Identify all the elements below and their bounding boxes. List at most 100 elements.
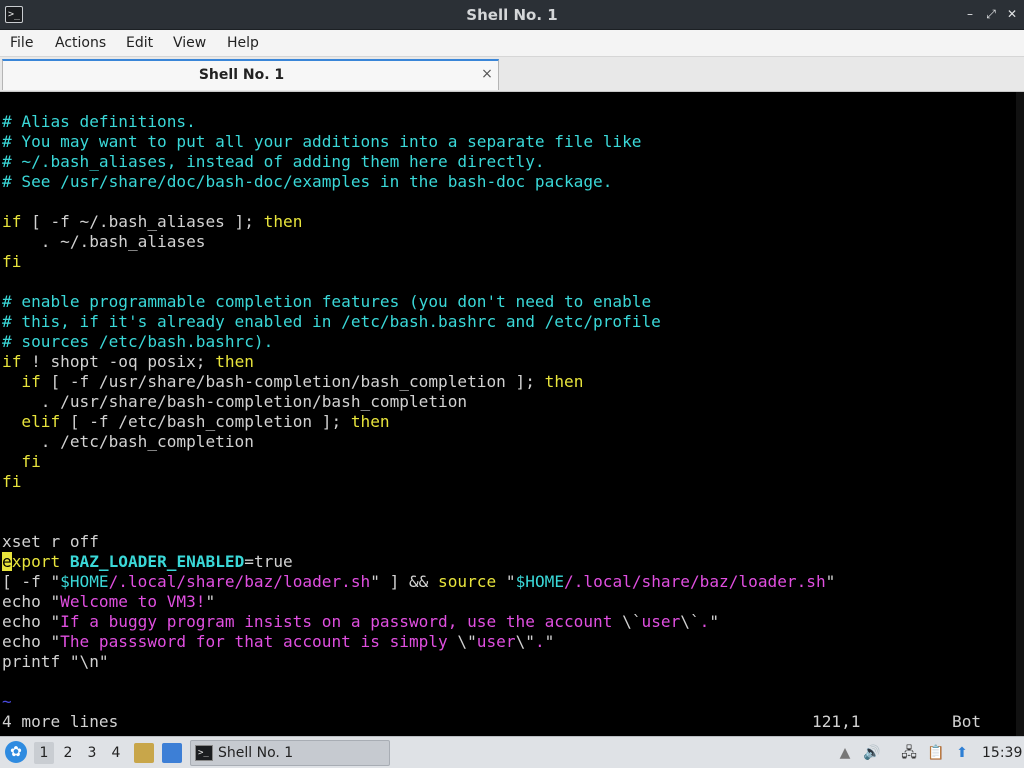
line-segment: fi <box>2 252 22 271</box>
terminal-line: . /etc/bash_completion <box>2 432 254 452</box>
menu-bar: File Actions Edit View Help <box>0 30 1024 57</box>
maximize-button[interactable]: ⤢ <box>983 6 999 22</box>
tab-bar: Shell No. 1 × <box>0 57 1024 92</box>
line-segment: if <box>21 372 41 391</box>
terminal-line: echo "Welcome to VM3!" <box>2 592 215 612</box>
terminal-line: # ~/.bash_aliases, instead of adding the… <box>2 152 545 172</box>
line-segment: printf "\n" <box>2 652 109 671</box>
clock[interactable]: 15:39 <box>982 737 1022 768</box>
line-segment: \` <box>680 612 700 631</box>
line-segment: then <box>544 372 584 391</box>
line-segment: user <box>641 612 681 631</box>
text-cursor: e <box>2 552 12 571</box>
terminal-line: [ -f " $HOME /.local/share/baz/loader.sh" … <box>2 572 835 592</box>
start-menu-icon[interactable]: ✿ <box>5 741 27 763</box>
terminal-line: if [ -f /usr/share/bash-completion/bash_… <box>2 372 583 392</box>
line-segment: # enable programmable completion feature… <box>2 292 652 311</box>
terminal-icon: >_ <box>195 745 213 761</box>
terminal-view[interactable]: # Alias definitions. # You may want to pu… <box>0 92 1024 736</box>
title-bar: >_ Shell No. 1 – ⤢ ✕ <box>0 0 1024 30</box>
menu-help[interactable]: Help <box>227 30 259 57</box>
line-segment: user <box>476 632 516 651</box>
file-manager-icon[interactable] <box>134 743 154 763</box>
terminal-line: fi <box>2 472 21 492</box>
line-segment: ! shopt -oq posix; <box>21 352 216 371</box>
line-segment: echo " <box>2 632 61 651</box>
line-segment: elif <box>21 412 61 431</box>
minimize-button[interactable]: – <box>962 6 978 22</box>
terminal-scrollbar[interactable] <box>1016 92 1024 736</box>
workspace-3[interactable]: 3 <box>82 742 102 764</box>
line-segment: echo " <box>2 592 61 611</box>
line-segment: if <box>2 212 22 231</box>
workspace-1[interactable]: 1 <box>34 742 54 764</box>
terminal-line: . ~/.bash_aliases <box>2 232 206 252</box>
line-segment: If a buggy program insists on a password… <box>60 612 623 631</box>
line-segment: then <box>350 412 390 431</box>
tab-close-icon[interactable]: × <box>479 66 495 82</box>
line-segment: # See /usr/share/doc/bash-doc/examples i… <box>2 172 613 191</box>
line-segment: then <box>215 352 254 371</box>
line-segment: xport <box>11 552 61 571</box>
menu-file[interactable]: File <box>10 30 33 57</box>
menu-actions[interactable]: Actions <box>55 30 106 57</box>
line-segment: [ -f /etc/bash_completion ]; <box>60 412 351 431</box>
line-segment: . /usr/share/bash-completion/bash_comple… <box>2 392 468 411</box>
terminal-line: xset r off <box>2 532 99 552</box>
scroll-indicator: Bot <box>952 712 982 731</box>
clipboard-icon[interactable]: 📋 <box>926 743 946 763</box>
terminal-line: # enable programmable completion feature… <box>2 292 651 312</box>
tab-label: Shell No. 1 <box>198 67 285 83</box>
line-segment <box>2 372 21 391</box>
line-segment: " <box>496 572 516 591</box>
terminal-line: if ! shopt -oq posix; then <box>2 352 254 372</box>
terminal-line: export BAZ_LOADER_ENABLED=true <box>2 552 293 572</box>
line-segment: BAZ_LOADER_ENABLED <box>69 552 245 571</box>
line-segment: xset r off <box>2 532 99 551</box>
volume-icon[interactable]: 🔊 <box>862 743 882 763</box>
line-segment: /.local/share/baz/loader.sh <box>108 572 371 591</box>
line-segment: \" <box>457 632 477 651</box>
line-segment: . /etc/bash_completion <box>2 432 254 451</box>
terminal-line: # You may want to put all your additions… <box>2 132 642 152</box>
line-segment: . <box>534 632 545 651</box>
line-segment: # Alias definitions. <box>2 112 196 131</box>
terminal-line: printf "\n" <box>2 652 109 672</box>
line-segment <box>2 452 21 471</box>
close-button[interactable]: ✕ <box>1004 6 1020 22</box>
taskbar: ✿ 1 2 3 4 >_ Shell No. 1 ▲ 🔊 🖧 📋 ⬆ 15:39 <box>0 736 1024 768</box>
menu-edit[interactable]: Edit <box>126 30 153 57</box>
line-segment: if <box>2 352 22 371</box>
line-segment: " ] && <box>370 572 439 591</box>
line-segment: $HOME <box>515 572 565 591</box>
update-icon[interactable]: ⬆ <box>952 743 972 763</box>
line-segment: # sources /etc/bash.bashrc). <box>2 332 274 351</box>
menu-view[interactable]: View <box>173 30 206 57</box>
line-segment: \" <box>515 632 535 651</box>
line-segment: # this, if it's already enabled in /etc/… <box>2 312 661 331</box>
show-desktop-icon[interactable] <box>162 743 182 763</box>
line-segment: . <box>699 612 710 631</box>
line-segment <box>60 552 70 571</box>
terminal-line: # this, if it's already enabled in /etc/… <box>2 312 661 332</box>
line-segment: echo " <box>2 612 61 631</box>
workspace-4[interactable]: 4 <box>106 742 126 764</box>
line-segment: # You may want to put all your additions… <box>2 132 642 151</box>
tab-shell-1[interactable]: Shell No. 1 × <box>2 59 499 90</box>
terminal-line: if [ -f ~/.bash_aliases ]; then <box>2 212 302 232</box>
line-segment: =true <box>244 552 293 571</box>
terminal-line: echo "If a buggy program insists on a pa… <box>2 612 719 632</box>
workspace-2[interactable]: 2 <box>58 742 78 764</box>
line-segment: " <box>825 572 836 591</box>
line-segment: source <box>438 572 497 591</box>
network-icon[interactable]: 🖧 <box>899 743 919 763</box>
terminal-line: # Alias definitions. <box>2 112 196 132</box>
taskbar-task-shell-1[interactable]: >_ Shell No. 1 <box>190 740 390 766</box>
line-segment: " <box>709 612 720 631</box>
task-label: Shell No. 1 <box>218 745 294 761</box>
line-segment: Welcome to VM3! <box>60 592 206 611</box>
cursor-position: 121,1 <box>812 712 861 731</box>
terminal-line: ~ <box>2 692 12 712</box>
line-segment: [ -f " <box>2 572 61 591</box>
eject-icon[interactable]: ▲ <box>835 743 855 763</box>
